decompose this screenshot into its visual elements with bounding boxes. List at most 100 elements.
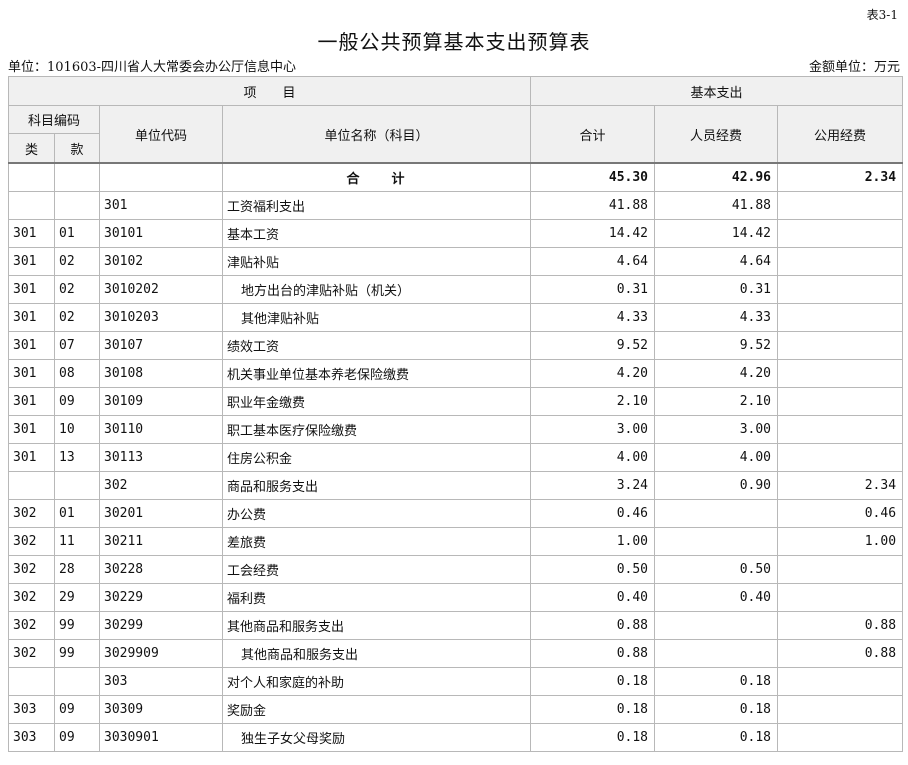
row-public-cell	[777, 723, 904, 752]
row-unit-code-cell: 30101	[99, 219, 223, 248]
row-public-cell	[777, 415, 904, 444]
total-public: 2.34	[777, 162, 904, 192]
header-project: 项 目	[7, 76, 532, 106]
row-name-cell: 差旅费	[221, 527, 532, 556]
row-personnel-cell: 0.18	[654, 667, 779, 696]
row-public-cell: 0.46	[777, 499, 904, 528]
row-total-cell: 0.46	[530, 499, 656, 528]
row-personnel-cell: 9.52	[654, 331, 779, 360]
row-unit-code-cell: 30108	[99, 359, 223, 388]
row-section-cell	[54, 471, 100, 500]
row-class-cell: 301	[8, 303, 55, 332]
row-class-cell: 302	[8, 527, 55, 556]
row-total-cell: 2.10	[530, 387, 656, 416]
table-row: 302 01 30201 办公费 0.46 0.46	[8, 499, 904, 528]
row-name-cell: 奖励金	[221, 695, 532, 724]
row-name-cell: 商品和服务支出	[221, 471, 532, 500]
row-class-cell: 301	[8, 275, 55, 304]
row-public-cell	[777, 331, 904, 360]
row-section-cell: 28	[54, 555, 100, 584]
row-public-cell	[777, 695, 904, 724]
table-row: 302 29 30229 福利费 0.40 0.40	[8, 583, 904, 612]
row-unit-code-cell: 301	[99, 191, 223, 220]
table-row: 302 99 30299 其他商品和服务支出 0.88 0.88	[8, 611, 904, 640]
row-unit-code-cell: 30228	[99, 555, 223, 584]
row-class-cell: 303	[8, 695, 55, 724]
row-unit-code-cell: 30229	[99, 583, 223, 612]
row-name-cell: 对个人和家庭的补助	[221, 667, 532, 696]
header-personnel: 人员经费	[654, 105, 779, 164]
row-total-cell: 3.24	[530, 471, 656, 500]
row-personnel-cell: 41.88	[654, 191, 779, 220]
row-name-cell: 住房公积金	[221, 443, 532, 472]
row-section-cell: 99	[54, 639, 100, 668]
row-class-cell	[8, 471, 55, 500]
row-name-cell: 办公费	[221, 499, 532, 528]
row-total-cell: 0.31	[530, 275, 656, 304]
table-row: 301 02 3010203 其他津贴补贴 4.33 4.33	[8, 303, 904, 332]
row-total-cell: 14.42	[530, 219, 656, 248]
row-class-cell: 301	[8, 331, 55, 360]
row-personnel-cell: 14.42	[654, 219, 779, 248]
table-row: 301 工资福利支出 41.88 41.88	[8, 191, 904, 220]
row-class-cell: 302	[8, 555, 55, 584]
row-personnel-cell	[654, 527, 779, 556]
row-section-cell: 02	[54, 303, 100, 332]
row-public-cell	[777, 443, 904, 472]
table-row: 302 11 30211 差旅费 1.00 1.00	[8, 527, 904, 556]
row-personnel-cell	[654, 611, 779, 640]
row-public-cell: 0.88	[777, 639, 904, 668]
row-public-cell	[777, 303, 904, 332]
row-class-cell: 302	[8, 499, 55, 528]
row-name-cell: 工资福利支出	[221, 191, 532, 220]
header-section: 款	[54, 133, 100, 164]
row-section-cell: 10	[54, 415, 100, 444]
row-class-cell: 302	[8, 639, 55, 668]
row-section-cell: 02	[54, 247, 100, 276]
row-public-cell	[777, 555, 904, 584]
header-unit-name: 单位名称（科目）	[221, 105, 532, 164]
amount-unit-label: 金额单位：万元	[808, 60, 900, 75]
row-class-cell: 301	[8, 359, 55, 388]
row-name-cell: 绩效工资	[221, 331, 532, 360]
row-public-cell	[777, 387, 904, 416]
row-personnel-cell: 4.64	[654, 247, 779, 276]
row-name-cell: 职业年金缴费	[221, 387, 532, 416]
table-row: 301 10 30110 职工基本医疗保险缴费 3.00 3.00	[8, 415, 904, 444]
row-unit-code-cell: 30110	[99, 415, 223, 444]
row-total-cell: 0.88	[530, 639, 656, 668]
row-personnel-cell: 3.00	[654, 415, 779, 444]
table-row: 303 09 3030901 独生子女父母奖励 0.18 0.18	[8, 723, 904, 752]
row-unit-code-cell: 30107	[99, 331, 223, 360]
row-name-cell: 津贴补贴	[221, 247, 532, 276]
row-section-cell: 09	[54, 387, 100, 416]
row-section-cell: 02	[54, 275, 100, 304]
row-class-cell: 301	[8, 387, 55, 416]
row-total-cell: 1.00	[530, 527, 656, 556]
header-public: 公用经费	[777, 105, 904, 164]
page-title: 一般公共预算基本支出预算表	[317, 30, 591, 54]
row-personnel-cell: 2.10	[654, 387, 779, 416]
row-personnel-cell: 4.20	[654, 359, 779, 388]
row-unit-code-cell: 303	[99, 667, 223, 696]
table-row: 302 商品和服务支出 3.24 0.90 2.34	[8, 471, 904, 500]
header-unit-code: 单位代码	[99, 105, 223, 164]
row-total-cell: 4.00	[530, 443, 656, 472]
row-public-cell	[777, 275, 904, 304]
row-class-cell: 301	[8, 247, 55, 276]
total-label: 合 计	[221, 162, 532, 192]
row-class-cell: 301	[8, 415, 55, 444]
row-unit-code-cell: 3010203	[99, 303, 223, 332]
row-total-cell: 4.64	[530, 247, 656, 276]
table-row: 301 13 30113 住房公积金 4.00 4.00	[8, 443, 904, 472]
row-unit-code-cell: 30309	[99, 695, 223, 724]
row-total-cell: 9.52	[530, 331, 656, 360]
header-basic-expenditure: 基本支出	[530, 76, 904, 106]
row-name-cell: 其他商品和服务支出	[221, 639, 532, 668]
row-unit-code-cell: 30201	[99, 499, 223, 528]
table-row: 301 08 30108 机关事业单位基本养老保险缴费 4.20 4.20	[8, 359, 904, 388]
row-total-cell: 0.18	[530, 667, 656, 696]
row-class-cell	[8, 667, 55, 696]
row-unit-code-cell: 3010202	[99, 275, 223, 304]
row-personnel-cell: 4.33	[654, 303, 779, 332]
